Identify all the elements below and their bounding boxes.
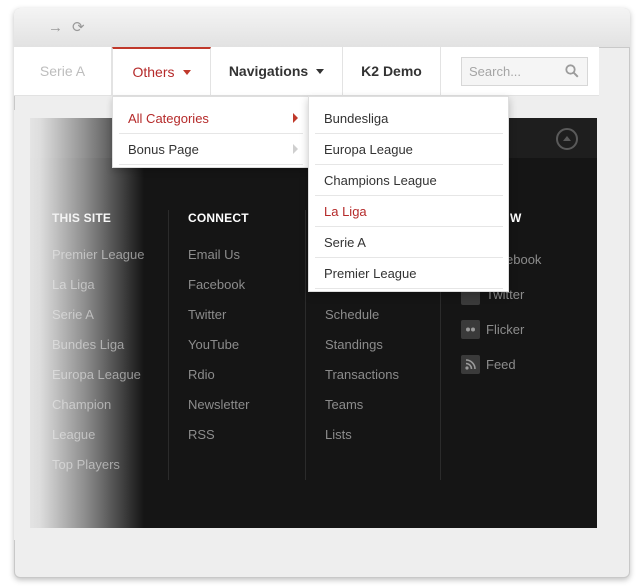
caret-down-icon [316, 68, 325, 74]
caret-down-icon [182, 69, 191, 75]
footer-link[interactable]: League [52, 427, 95, 442]
others-dropdown: All Categories Bonus Page [112, 96, 309, 168]
dropdown-divider [315, 164, 503, 165]
menu-item-label: K2 Demo [361, 63, 422, 79]
menu-item-navigations[interactable]: Navigations [211, 47, 343, 96]
menu-item-label: Others [132, 64, 175, 80]
submenu-item-premier-league[interactable]: Premier League [324, 266, 417, 281]
footer-link-rss[interactable]: RSS [188, 427, 215, 442]
dropdown-divider [119, 164, 303, 165]
menu-item-k2-demo[interactable]: K2 Demo [343, 47, 441, 96]
scroll-top-icon[interactable] [556, 128, 578, 150]
search-input[interactable] [462, 58, 562, 85]
footer-heading-connect: CONNECT [188, 211, 249, 225]
dropdown-divider [315, 133, 503, 134]
footer-link-youtube[interactable]: YouTube [188, 337, 239, 352]
search-icon[interactable] [565, 64, 579, 78]
flickr-icon [461, 320, 480, 339]
footer-link[interactable]: La Liga [52, 277, 95, 292]
chevron-right-icon [293, 113, 298, 123]
footer-link[interactable]: Champion [52, 397, 111, 412]
footer-link-newsletter[interactable]: Newsletter [188, 397, 249, 412]
footer-link[interactable]: Premier League [52, 247, 145, 262]
menu-item-serie-a[interactable]: Serie A [14, 47, 112, 96]
screenshot-stage: → ⟳ THIS SITE Premier League La Liga Ser… [0, 0, 640, 586]
rss-icon [461, 355, 480, 374]
all-categories-submenu: Bundesliga Europa League Champions Leagu… [308, 96, 509, 292]
menu-item-others[interactable]: Others [112, 47, 211, 96]
footer-link[interactable]: Europa League [52, 367, 141, 382]
dropdown-divider [315, 195, 503, 196]
forward-icon[interactable]: → [48, 20, 63, 35]
dropdown-divider [315, 226, 503, 227]
footer-link-rdio[interactable]: Rdio [188, 367, 215, 382]
submenu-item-champions-league[interactable]: Champions League [324, 173, 437, 188]
footer-link-email[interactable]: Email Us [188, 247, 240, 262]
footer-link-transactions[interactable]: Transactions [325, 367, 399, 382]
submenu-item-bundesliga[interactable]: Bundesliga [324, 111, 388, 126]
dropdown-item-all-categories[interactable]: All Categories [128, 111, 209, 126]
footer-link-twitter[interactable]: Twitter [188, 307, 226, 322]
search-box [461, 57, 588, 86]
chevron-right-icon [293, 144, 298, 154]
footer-link[interactable]: Top Players [52, 457, 120, 472]
dropdown-divider [315, 257, 503, 258]
footer-heading-this-site: THIS SITE [52, 211, 112, 225]
footer-link[interactable]: Serie A [52, 307, 94, 322]
browser-toolbar [14, 8, 630, 48]
footer-social-flickr[interactable]: Flicker [486, 322, 524, 337]
footer-heading-follow: W [510, 211, 522, 225]
reload-icon[interactable]: ⟳ [72, 20, 85, 35]
footer-social-facebook[interactable]: ebook [506, 252, 541, 267]
submenu-item-europa-league[interactable]: Europa League [324, 142, 413, 157]
dropdown-divider [315, 288, 503, 289]
footer-link-standings[interactable]: Standings [325, 337, 383, 352]
footer-link[interactable]: Bundes Liga [52, 337, 124, 352]
column-divider [168, 210, 169, 480]
footer-link-facebook[interactable]: Facebook [188, 277, 245, 292]
footer-link-lists[interactable]: Lists [325, 427, 352, 442]
footer-social-feed[interactable]: Feed [486, 357, 516, 372]
menu-item-label: Navigations [228, 63, 309, 79]
dropdown-divider [119, 133, 303, 134]
footer-link-teams[interactable]: Teams [325, 397, 363, 412]
submenu-item-serie-a[interactable]: Serie A [324, 235, 366, 250]
footer-link-schedule[interactable]: Schedule [325, 307, 379, 322]
submenu-item-la-liga[interactable]: La Liga [324, 204, 367, 219]
column-divider [305, 210, 306, 480]
dropdown-item-bonus-page[interactable]: Bonus Page [128, 142, 199, 157]
menu-item-label: Serie A [39, 63, 86, 79]
